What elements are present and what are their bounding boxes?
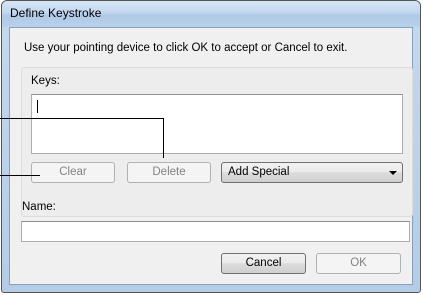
keys-label: Keys: [31,75,60,87]
ok-button[interactable]: OK [316,253,401,274]
text-caret [37,100,38,113]
chevron-down-icon [389,171,397,175]
clear-button[interactable]: Clear [31,162,115,183]
delete-button[interactable]: Delete [127,162,211,183]
define-keystroke-dialog: Define Keystroke Use your pointing devic… [1,0,421,293]
dialog-body: Use your pointing device to click OK to … [9,27,413,285]
instruction-text: Use your pointing device to click OK to … [24,42,348,54]
callout-line-clear-horizontal [0,175,40,176]
window-title: Define Keystroke [10,6,102,20]
name-input[interactable] [21,221,410,242]
cancel-button[interactable]: Cancel [221,253,306,274]
keys-input[interactable] [31,94,403,154]
add-special-value: Add Special [228,166,290,178]
keys-group: Keys: Clear Delete Add Special [21,67,413,217]
callout-line-delete-horizontal [0,118,164,119]
add-special-dropdown[interactable]: Add Special [221,162,403,183]
callout-line-delete-vertical [163,118,164,158]
name-label: Name: [22,201,56,213]
title-bar[interactable]: Define Keystroke [2,1,420,27]
